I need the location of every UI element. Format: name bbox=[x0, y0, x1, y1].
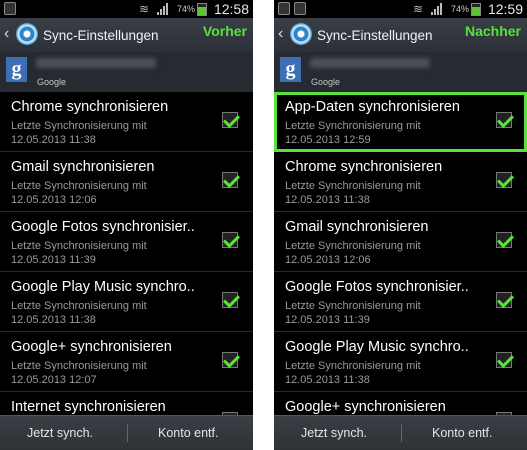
sync-item-gmail[interactable]: Gmail synchronisieren Letzte Synchronisi… bbox=[274, 212, 527, 272]
google-account-icon: g bbox=[280, 57, 301, 82]
remove-account-button[interactable]: Konto entf. bbox=[158, 426, 218, 440]
account-email-blurred bbox=[310, 58, 430, 68]
bottom-bar: Jetzt synch. Konto entf. bbox=[274, 415, 527, 450]
account-email-blurred bbox=[36, 58, 156, 68]
image-notification-icon bbox=[294, 2, 306, 15]
account-label: Google bbox=[311, 77, 341, 87]
status-time: 12:58 bbox=[213, 1, 249, 17]
sync-now-button[interactable]: Jetzt synch. bbox=[27, 426, 93, 440]
divider bbox=[401, 424, 402, 442]
checkbox-checked-icon[interactable] bbox=[496, 352, 512, 368]
sync-item-chrome[interactable]: Chrome synchronisieren Letzte Synchronis… bbox=[0, 92, 253, 152]
sync-item-subtitle: Letzte Synchronisierung mit 12.05.2013 12… bbox=[11, 360, 147, 386]
sync-now-button[interactable]: Jetzt synch. bbox=[301, 426, 367, 440]
battery-icon bbox=[197, 3, 207, 16]
remove-account-button[interactable]: Konto entf. bbox=[432, 426, 492, 440]
checkbox-checked-icon[interactable] bbox=[222, 292, 238, 308]
sync-item-title: Google Play Music synchro.. bbox=[11, 279, 195, 295]
checkbox-checked-icon[interactable] bbox=[222, 352, 238, 368]
sync-item-google-plus[interactable]: Google+ synchronisieren Letzte Synchroni… bbox=[0, 332, 253, 392]
sync-item-title: Google+ synchronisieren bbox=[285, 399, 446, 415]
signal-icon bbox=[431, 3, 445, 15]
sync-item-subtitle: Letzte Synchronisierung mit 12.05.2013 11… bbox=[285, 360, 421, 386]
sync-item-title: Google Fotos synchronisier.. bbox=[11, 219, 195, 235]
sync-item-subtitle: Letzte Synchronisierung mit 12.05.2013 11… bbox=[11, 240, 147, 266]
sync-item-subtitle: Letzte Synchronisierung mit 12.05.2013 11… bbox=[285, 300, 421, 326]
sync-item-title: Gmail synchronisieren bbox=[11, 159, 155, 175]
checkbox-checked-icon[interactable] bbox=[222, 172, 238, 188]
account-header[interactable]: g Google bbox=[274, 52, 527, 92]
sync-item-title: Gmail synchronisieren bbox=[285, 219, 429, 235]
screen-after: ≋ 74% 12:59 ‹ Sync-Einstellungen Nachher… bbox=[274, 0, 527, 450]
sync-item-title: Google+ synchronisieren bbox=[11, 339, 172, 355]
sync-item-gmail[interactable]: Gmail synchronisieren Letzte Synchronisi… bbox=[0, 152, 253, 212]
screen-before: ≋ 74% 12:58 ‹ Sync-Einstellungen Vorher … bbox=[0, 0, 253, 450]
back-icon[interactable]: ‹ bbox=[4, 26, 9, 42]
page-title: Sync-Einstellungen bbox=[317, 28, 433, 43]
account-header[interactable]: g Google bbox=[0, 52, 253, 92]
sync-item-title: Chrome synchronisieren bbox=[11, 99, 169, 115]
before-label: Vorher bbox=[202, 23, 247, 39]
checkbox-checked-icon[interactable] bbox=[496, 232, 512, 248]
sync-item-google-photos[interactable]: Google Fotos synchronisier.. Letzte Sync… bbox=[274, 272, 527, 332]
sync-item-subtitle: Letzte Synchronisierung mit 12.05.2013 11… bbox=[11, 120, 147, 146]
sync-item-title: App-Daten synchronisieren bbox=[285, 99, 460, 115]
sync-item-title: Internet synchronisieren bbox=[11, 399, 166, 415]
back-icon[interactable]: ‹ bbox=[278, 26, 283, 42]
checkbox-checked-icon[interactable] bbox=[496, 112, 512, 128]
sync-item-subtitle: Letzte Synchronisierung mit 12.05.2013 12… bbox=[285, 120, 421, 146]
sync-list: Chrome synchronisieren Letzte Synchronis… bbox=[0, 92, 253, 450]
sync-item-chrome[interactable]: Chrome synchronisieren Letzte Synchronis… bbox=[274, 152, 527, 212]
notification-icon bbox=[278, 2, 290, 15]
sync-item-title: Google Fotos synchronisier.. bbox=[285, 279, 469, 295]
sync-item-subtitle: Letzte Synchronisierung mit 12.05.2013 11… bbox=[11, 300, 147, 326]
signal-icon bbox=[157, 3, 171, 15]
status-bar: ≋ 74% 12:58 bbox=[0, 0, 253, 18]
battery-percent: 74% bbox=[176, 4, 195, 14]
battery-percent: 74% bbox=[450, 4, 469, 14]
after-label: Nachher bbox=[464, 23, 521, 39]
wifi-icon: ≋ bbox=[413, 2, 424, 16]
page-title: Sync-Einstellungen bbox=[43, 28, 159, 43]
wifi-icon: ≋ bbox=[139, 2, 150, 16]
sync-item-title: Google Play Music synchro.. bbox=[285, 339, 469, 355]
gear-icon[interactable] bbox=[290, 23, 312, 45]
checkbox-checked-icon[interactable] bbox=[222, 232, 238, 248]
sync-item-app-data[interactable]: App-Daten synchronisieren Letzte Synchro… bbox=[274, 92, 527, 152]
sync-item-google-play-music[interactable]: Google Play Music synchro.. Letzte Synch… bbox=[274, 332, 527, 392]
google-account-icon: g bbox=[6, 57, 27, 82]
sync-item-google-play-music[interactable]: Google Play Music synchro.. Letzte Synch… bbox=[0, 272, 253, 332]
checkbox-checked-icon[interactable] bbox=[496, 292, 512, 308]
sync-item-title: Chrome synchronisieren bbox=[285, 159, 443, 175]
checkbox-checked-icon[interactable] bbox=[222, 112, 238, 128]
bottom-bar: Jetzt synch. Konto entf. bbox=[0, 415, 253, 450]
gear-icon[interactable] bbox=[16, 23, 38, 45]
account-label: Google bbox=[37, 77, 67, 87]
notification-icon bbox=[4, 2, 16, 15]
divider bbox=[127, 424, 128, 442]
sync-list: App-Daten synchronisieren Letzte Synchro… bbox=[274, 92, 527, 450]
sync-item-subtitle: Letzte Synchronisierung mit 12.05.2013 12… bbox=[11, 180, 147, 206]
sync-item-google-photos[interactable]: Google Fotos synchronisier.. Letzte Sync… bbox=[0, 212, 253, 272]
status-bar: ≋ 74% 12:59 bbox=[274, 0, 527, 18]
battery-icon bbox=[471, 3, 481, 16]
sync-item-subtitle: Letzte Synchronisierung mit 12.05.2013 12… bbox=[285, 240, 421, 266]
checkbox-checked-icon[interactable] bbox=[496, 172, 512, 188]
status-time: 12:59 bbox=[487, 1, 523, 17]
sync-item-subtitle: Letzte Synchronisierung mit 12.05.2013 11… bbox=[285, 180, 421, 206]
